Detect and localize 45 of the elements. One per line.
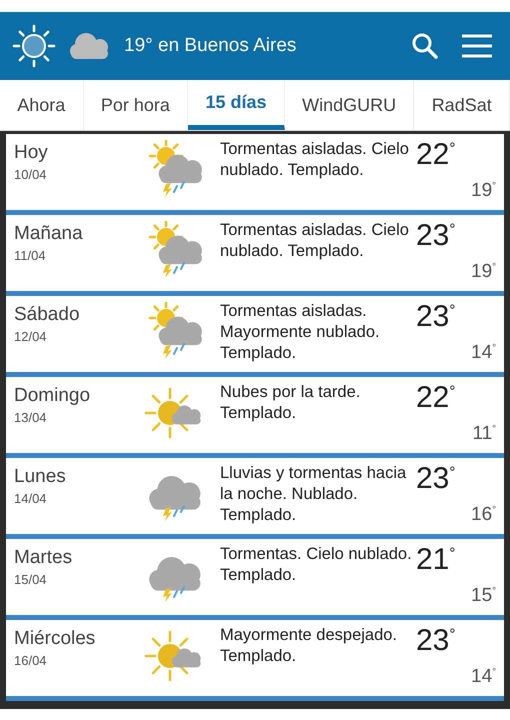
low-temperature: 11$^{°}$: [472, 423, 496, 445]
day-date: 14/04: [14, 491, 48, 506]
forecast-row[interactable]: Lunes 14/04 Lluvias y tormentas hacia la noche. Nublado. Templado. 23$^{°}$ 16$^{°}$: [6, 458, 504, 539]
forecast-row[interactable]: Miércoles 16/04 Mayormente despejado. Templado. 23$^{°}$ 14$^{°}$: [6, 620, 504, 701]
low-temperature: 19$^{°}$: [471, 261, 496, 283]
day-name: Sábado: [14, 304, 81, 326]
forecast-summary: Lluvias y tormentas hacia la noche. Nublado. Templado.: [219, 463, 408, 526]
location-title: 19° en Buenos Aires: [124, 35, 298, 57]
forecast-summary: Nubes por la tarde. Templado.: [219, 382, 362, 424]
low-temperature: 14$^{°}$: [471, 666, 496, 688]
forecast-summary: Tormentas aisladas. Mayormente nublado. Templado.: [219, 301, 381, 364]
low-temperature: 19$^{°}$: [471, 180, 496, 202]
day-name: Martes: [14, 547, 74, 569]
day-name: Hoy: [14, 142, 49, 164]
high-temperature: 22$^{°}$: [416, 138, 456, 172]
forecast-row[interactable]: Hoy 10/04 Tormentas aisladas. Cielo nublado. Templado. 22$^{°}$ 19$^{°}$: [6, 134, 504, 215]
low-temperature: 15$^{°}$: [471, 585, 496, 607]
forecast-summary: Tormentas. Cielo nublado. Templado.: [219, 544, 413, 586]
forecast-row[interactable]: Martes 15/04 Tormentas. Cielo nublado. Templado. 21$^{°}$ 15$^{°}$: [6, 539, 504, 620]
forecast-row[interactable]: Mañana 11/04 Tormentas aisladas. Cielo nublado. Templado. 23$^{°}$ 19$^{°}$: [6, 215, 504, 296]
forecast-summary: Tormentas aisladas. Cielo nublado. Templado.: [219, 220, 410, 262]
high-temperature: 23$^{°}$: [416, 219, 456, 253]
day-name: Miércoles: [14, 628, 96, 650]
forecast-row[interactable]: Sábado 12/04 Tormentas aisladas. Mayormente nublado. Templado. 23$^{°}$ 14$^{°}$: [6, 296, 504, 377]
day-date: 12/04: [14, 329, 48, 344]
day-name: Lunes: [14, 466, 67, 488]
day-date: 10/04: [14, 167, 48, 182]
high-temperature: 21$^{°}$: [416, 543, 456, 577]
forecast-summary: Tormentas aisladas. Cielo nublado. Templado.: [219, 139, 410, 181]
high-temperature: 23$^{°}$: [416, 300, 456, 334]
high-temperature: 22$^{°}$: [416, 381, 456, 415]
sun-icon[interactable]: [12, 24, 56, 68]
low-temperature: 14$^{°}$: [471, 342, 496, 364]
forecast-row[interactable]: Domingo 13/04 Nubes por la tarde. Templado. 22$^{°}$ 11$^{°}$: [6, 377, 504, 458]
day-name: Domingo: [14, 385, 92, 407]
day-date: 15/04: [14, 572, 48, 587]
day-name: Mañana: [14, 223, 84, 245]
day-date: 16/04: [14, 653, 48, 668]
high-temperature: 23$^{°}$: [416, 462, 456, 496]
low-temperature: 16$^{°}$: [471, 504, 496, 526]
tab[interactable]: 15 días: [188, 80, 285, 130]
day-date: 13/04: [14, 410, 48, 425]
high-temperature: 23$^{°}$: [416, 624, 456, 658]
day-date: 11/04: [14, 248, 47, 263]
forecast-summary: Mayormente despejado. Templado.: [219, 625, 398, 667]
